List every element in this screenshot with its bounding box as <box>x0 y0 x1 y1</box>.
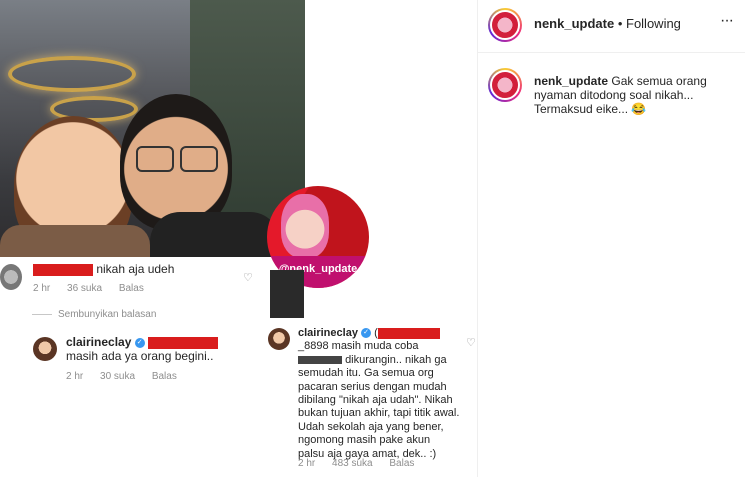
following-button[interactable]: Following <box>626 16 681 31</box>
reply-button[interactable]: Balas <box>389 458 414 469</box>
reply-meta: 2 hr 483 suka Balas <box>298 457 428 471</box>
reply-text-line: dibilang "nikah aja udah". Nikah <box>298 394 453 407</box>
divider-line <box>32 313 52 315</box>
reply-text-line: Udah sekolah aja yang bener, <box>298 420 444 433</box>
comment-meta: 2 hr 36 suka Balas <box>33 282 158 296</box>
separator-dot: • <box>617 16 623 31</box>
hide-replies-toggle[interactable]: Sembunyikan balasan <box>32 309 156 320</box>
avatar-image <box>490 70 520 100</box>
post-caption: nenk_update Gak semua orang nyaman ditod… <box>534 74 734 116</box>
clairineclay-avatar <box>268 328 290 350</box>
reply-text-line: semudah itu. Ga semua org <box>298 367 434 380</box>
logo-illustration <box>281 194 329 258</box>
ceiling-lamp <box>8 56 136 92</box>
heart-icon[interactable]: ♡ <box>466 336 476 349</box>
reply-time: 2 hr <box>66 371 84 382</box>
man-jacket <box>150 212 280 257</box>
reply-username[interactable]: clairineclay <box>298 327 358 339</box>
caption-username[interactable]: nenk_update <box>534 74 608 88</box>
caption-avatar[interactable] <box>488 68 522 102</box>
reply-text-line: dikurangin.. nikah ga <box>345 353 447 366</box>
reply-likes[interactable]: 483 suka <box>332 458 373 469</box>
reply-text-line: ngomong masih pake akun <box>298 434 431 447</box>
reply-comment-1: clairineclay ✓ masih ada ya orang begini… <box>66 335 219 363</box>
mention-suffix: _8898 <box>298 340 329 353</box>
caption-text: nyaman ditodong soal nikah... <box>534 88 694 102</box>
header-username[interactable]: nenk_update <box>534 16 614 31</box>
reply-text-line: masih muda coba <box>331 340 419 353</box>
comment-text: nikah aja udeh <box>96 262 175 276</box>
glasses <box>180 146 218 172</box>
comment-time: 2 hr <box>33 283 51 294</box>
clairineclay-avatar <box>33 337 57 361</box>
avatar-image <box>490 10 520 40</box>
reply-time: 2 hr <box>298 458 316 469</box>
redacted-mention <box>377 327 440 339</box>
post-header: nenk_update • Following ··· <box>478 0 745 53</box>
glasses <box>136 146 174 172</box>
verified-icon: ✓ <box>361 328 371 339</box>
more-options-icon[interactable]: ··· <box>720 12 734 30</box>
redacted-word <box>298 355 342 364</box>
caption-text: Gak semua orang <box>611 74 707 88</box>
comment-first: nikah aja udeh <box>33 262 174 276</box>
couple-photo <box>0 0 305 257</box>
post-image: @nenk_update nikah aja udeh 2 hr 36 suka… <box>0 0 478 477</box>
reply-button[interactable]: Balas <box>119 283 144 294</box>
profile-avatar[interactable] <box>488 8 522 42</box>
laughing-emoji-icon: 😂 <box>631 102 647 116</box>
reply-text: masih ada ya orang begini.. <box>66 349 214 363</box>
post-sidebar: nenk_update • Following ··· nenk_update … <box>478 0 745 477</box>
reply-text-line: bukan tujuan akhir, tapi titik awal. <box>298 407 460 420</box>
caption-text: Termaksud eike... <box>534 102 629 116</box>
commenter-avatar <box>0 264 22 290</box>
reply-likes[interactable]: 30 suka <box>100 371 135 382</box>
reply-username[interactable]: clairineclay <box>66 335 131 349</box>
dark-strip <box>270 270 304 318</box>
woman-sweater <box>0 225 150 257</box>
reply-comment-2: clairineclay ✓ ( _8898 masih muda coba d… <box>298 327 476 461</box>
reply-button[interactable]: Balas <box>152 371 177 382</box>
header-text: nenk_update • Following <box>534 16 681 31</box>
verified-icon: ✓ <box>134 337 145 348</box>
reply-text-line: pacaran serius dengan mudah <box>298 380 447 393</box>
comment-likes[interactable]: 36 suka <box>67 283 102 294</box>
redacted-username <box>33 263 93 276</box>
redacted-mention <box>148 336 219 349</box>
heart-icon[interactable]: ♡ <box>243 271 253 284</box>
hide-replies-label: Sembunyikan balasan <box>58 309 157 320</box>
reply-meta: 2 hr 30 suka Balas <box>66 370 191 384</box>
